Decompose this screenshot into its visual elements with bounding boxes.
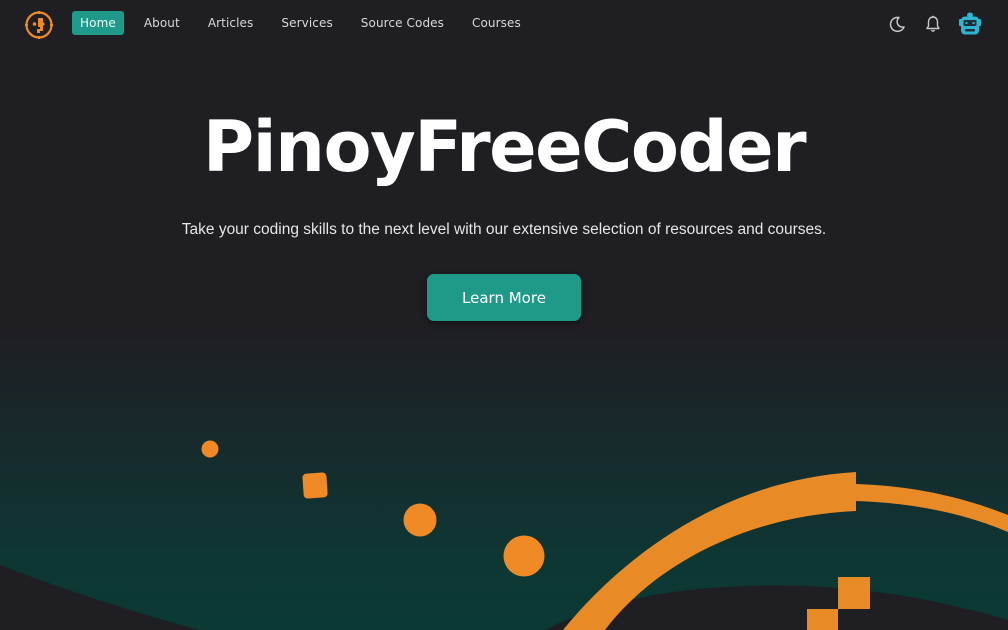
nav-articles[interactable]: Articles — [200, 11, 262, 35]
bottom-wave-right — [545, 585, 1008, 630]
hero-title: PinoyFreeCoder — [202, 106, 807, 188]
dot-small — [201, 440, 219, 458]
nav-about[interactable]: About — [136, 11, 188, 35]
pixel-square-2 — [807, 609, 838, 630]
bell-icon[interactable] — [922, 13, 944, 35]
nav-links: Home About Articles Services Source Code… — [72, 11, 541, 35]
nav-services[interactable]: Services — [273, 11, 340, 35]
bottom-wave — [0, 565, 200, 630]
moon-icon[interactable] — [886, 13, 908, 35]
home-page: Home About Articles Services Source Code… — [0, 0, 1008, 630]
dot-medium — [403, 503, 437, 537]
nav-courses[interactable]: Courses — [464, 11, 529, 35]
robot-avatar-icon[interactable] — [956, 10, 984, 38]
hero-subtitle: Take your coding skills to the next leve… — [181, 221, 827, 238]
nav-home[interactable]: Home — [72, 11, 124, 35]
pixel-square-1 — [838, 577, 870, 609]
dot-square — [302, 472, 328, 499]
orange-arc-thin — [856, 484, 1008, 532]
learn-more-button[interactable]: Learn More — [427, 274, 581, 321]
navbar: Home About Articles Services Source Code… — [0, 0, 1008, 46]
nav-source-codes[interactable]: Source Codes — [353, 11, 452, 35]
dot-large — [503, 535, 545, 577]
orange-arc-thick — [563, 472, 856, 630]
nav-right — [872, 10, 984, 38]
coder-face-logo-icon[interactable] — [24, 10, 54, 40]
